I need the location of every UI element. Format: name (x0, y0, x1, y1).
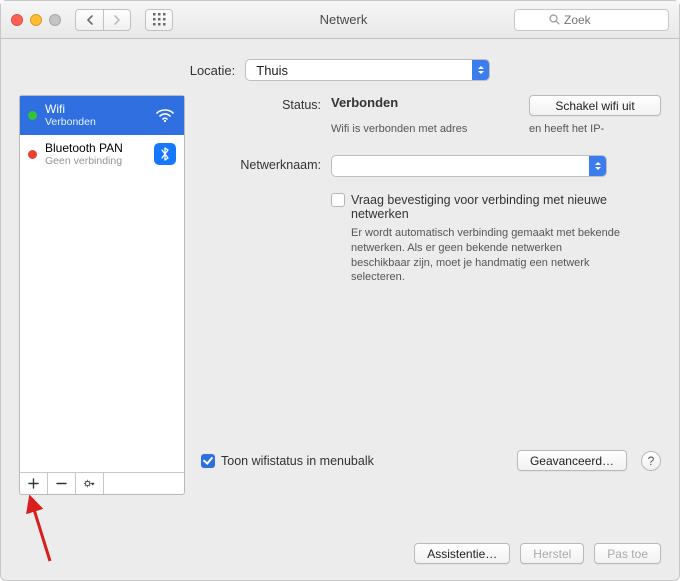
show-all-button[interactable] (145, 9, 173, 31)
search-input[interactable] (564, 13, 634, 27)
network-name-label: Netwerknaam: (201, 155, 321, 177)
status-hint-right: en heeft het IP- (529, 122, 661, 137)
window-footer-buttons: Assistentie… Herstel Pas toe (414, 543, 661, 564)
grid-icon (153, 13, 166, 26)
remove-service-button[interactable] (48, 473, 76, 494)
service-item-bluetooth-pan[interactable]: Bluetooth PAN Geen verbinding (20, 135, 184, 174)
status-label: Status: (201, 95, 321, 116)
plus-icon (28, 478, 39, 489)
window-title: Netwerk (181, 12, 506, 27)
ask-to-join-label: Vraag bevestiging voor verbinding met ni… (351, 193, 661, 221)
updown-arrows-icon (472, 60, 489, 80)
ask-to-join-hint: Er wordt automatisch verbinding gemaakt … (331, 226, 621, 285)
revert-button[interactable]: Herstel (520, 543, 584, 564)
search-icon (549, 14, 560, 25)
service-status: Geen verbinding (45, 155, 146, 168)
titlebar: Netwerk (1, 1, 679, 39)
gear-dropdown-icon (83, 477, 96, 490)
service-name: Bluetooth PAN (45, 141, 146, 155)
question-icon: ? (648, 454, 655, 468)
close-window-button[interactable] (11, 14, 23, 26)
bluetooth-icon (154, 143, 176, 165)
add-service-button[interactable] (20, 473, 48, 494)
network-prefs-window: Netwerk Locatie: Thuis Wifi Verbonden (0, 0, 680, 581)
apply-button[interactable]: Pas toe (594, 543, 661, 564)
show-wifi-menubar-checkbox[interactable] (201, 454, 215, 468)
location-value: Thuis (256, 63, 288, 78)
help-button[interactable]: ? (641, 451, 661, 471)
status-dot-icon (28, 150, 37, 159)
wifi-icon (154, 104, 176, 126)
location-row: Locatie: Thuis (1, 39, 679, 95)
service-status: Verbonden (45, 116, 146, 129)
services-sidebar: Wifi Verbonden Bluetooth PAN Geen verbin… (19, 95, 185, 495)
location-label: Locatie: (190, 63, 236, 78)
chevron-left-icon (86, 15, 94, 25)
minus-icon (56, 478, 67, 489)
show-wifi-menubar-label: Toon wifistatus in menubalk (221, 454, 374, 468)
service-actions-button[interactable] (76, 473, 104, 494)
window-controls (11, 14, 61, 26)
assist-button[interactable]: Assistentie… (414, 543, 510, 564)
network-name-popup[interactable] (331, 155, 607, 177)
sidebar-footer (20, 472, 184, 494)
wifi-toggle-button[interactable]: Schakel wifi uit (529, 95, 661, 116)
ask-to-join-checkbox[interactable] (331, 193, 345, 207)
advanced-button[interactable]: Geavanceerd… (517, 450, 627, 471)
search-field[interactable] (514, 9, 669, 31)
main-area: Wifi Verbonden Bluetooth PAN Geen verbin… (1, 95, 679, 509)
status-hint-left: Wifi is verbonden met adres (331, 122, 509, 137)
service-item-wifi[interactable]: Wifi Verbonden (20, 96, 184, 135)
service-name: Wifi (45, 102, 146, 116)
zoom-window-button (49, 14, 61, 26)
minimize-window-button[interactable] (30, 14, 42, 26)
status-dot-icon (28, 111, 37, 120)
detail-panel: Status: Verbonden Schakel wifi uit Wifi … (201, 95, 661, 495)
forward-button[interactable] (103, 9, 131, 31)
chevron-right-icon (113, 15, 121, 25)
location-popup[interactable]: Thuis (245, 59, 490, 81)
updown-arrows-icon (589, 156, 606, 176)
back-button[interactable] (75, 9, 103, 31)
services-list: Wifi Verbonden Bluetooth PAN Geen verbin… (20, 96, 184, 472)
nav-buttons (75, 9, 131, 31)
status-value: Verbonden (331, 95, 509, 110)
